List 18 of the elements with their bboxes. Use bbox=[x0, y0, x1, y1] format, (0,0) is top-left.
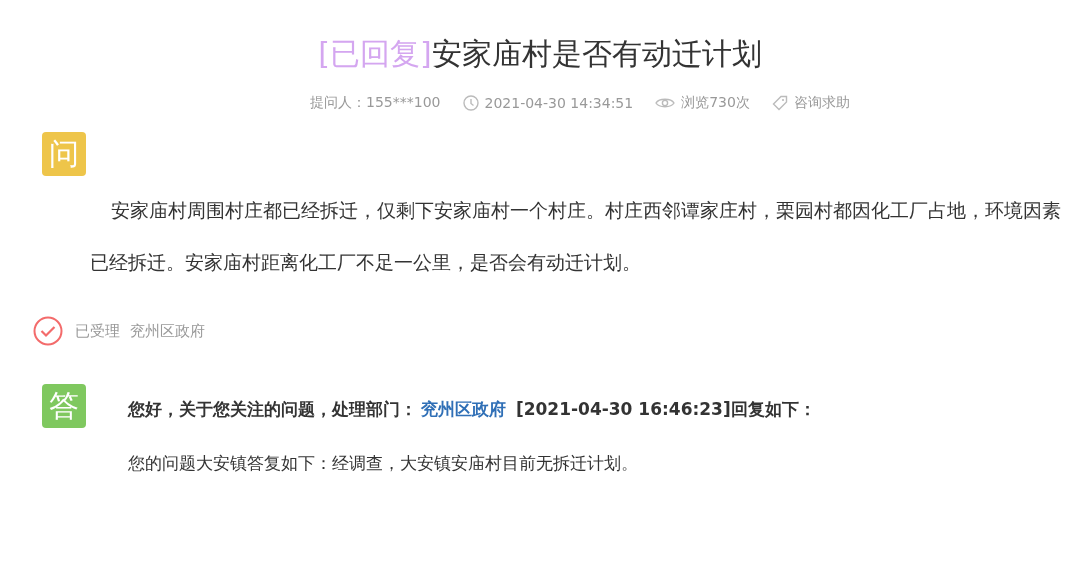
meta-text: 浏览730次 bbox=[681, 94, 750, 112]
check-circle-icon bbox=[33, 316, 63, 346]
answer-text: 您的问题大安镇答复如下：经调查，大安镇安庙村目前无拆迁计划。 bbox=[128, 452, 639, 475]
eye-icon bbox=[655, 96, 676, 110]
answer-header: 您好，关于您关注的问题，处理部门： 兖州区政府 [2021-04-30 16:46:23]回复如下： bbox=[128, 397, 816, 421]
question-title: 安家庙村是否有动迁计划 bbox=[431, 36, 762, 71]
meta-text: 咨询求助 bbox=[793, 94, 850, 112]
tag-icon bbox=[771, 95, 788, 111]
answer-badge: 答 bbox=[42, 384, 86, 428]
status-text: 已受理 bbox=[75, 321, 120, 341]
reply-status: [已回复] bbox=[318, 36, 432, 71]
meta-text: 2021-04-30 14:34:51 bbox=[484, 95, 634, 111]
department-link[interactable]: 兖州区政府 bbox=[421, 398, 506, 419]
clock-icon bbox=[462, 95, 479, 111]
meta-text: 提问人：155***100 bbox=[310, 94, 441, 112]
question-badge: 问 bbox=[42, 132, 86, 176]
department-text: 兖州区政府 bbox=[130, 321, 205, 341]
question-text: 安家庙村周围村庄都已经拆迁，仅剩下安家庙村一个村庄。村庄西邻谭家庄村，栗园村都因化工厂占地，环境因素已经拆迁。安家庙村距离化工厂不足一公里，是否会有动迁计划。 bbox=[90, 198, 1062, 275]
